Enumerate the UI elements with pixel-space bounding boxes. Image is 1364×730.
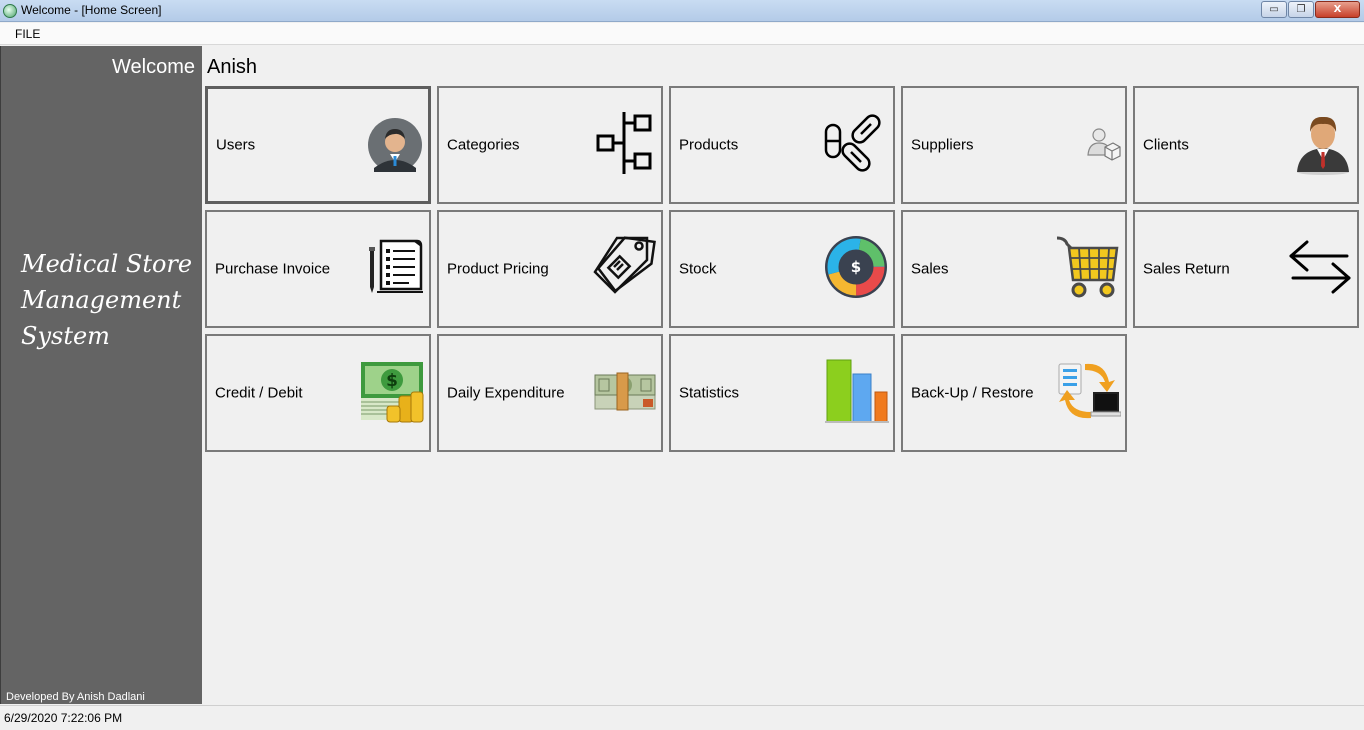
tile-label: Purchase Invoice — [215, 260, 331, 278]
bar-chart-icon — [825, 358, 889, 428]
capsules-icon — [823, 111, 889, 179]
tile-daily-expenditure[interactable]: Daily Expenditure — [437, 334, 663, 452]
status-bar: 6/29/2020 7:22:06 PM — [0, 705, 1364, 730]
tile-label: Statistics — [679, 384, 740, 402]
tile-purchase-invoice[interactable]: Purchase Invoice — [205, 210, 431, 328]
window-title: Welcome - [Home Screen] — [21, 3, 162, 17]
price-tag-icon — [591, 234, 657, 304]
svg-text:$: $ — [386, 371, 398, 391]
invoice-icon — [367, 237, 425, 301]
tile-label: Credit / Debit — [215, 384, 303, 402]
restore-button[interactable]: ❐ — [1288, 1, 1314, 18]
menu-file[interactable]: FILE — [15, 27, 40, 41]
backup-sync-icon — [1055, 358, 1122, 428]
tile-label: Product Pricing — [447, 260, 549, 278]
tile-label: Suppliers — [911, 136, 974, 154]
tile-product-pricing[interactable]: Product Pricing — [437, 210, 663, 328]
tile-label: Stock — [679, 260, 717, 278]
shopping-cart-icon — [1055, 234, 1121, 304]
hierarchy-icon — [595, 110, 657, 180]
tile-sales[interactable]: Sales — [901, 210, 1127, 328]
supplier-icon — [1085, 125, 1121, 165]
user-name: Anish — [207, 56, 258, 78]
app-name: Medical Store Management System — [21, 250, 193, 350]
tile-backup-restore[interactable]: Back-Up / Restore — [901, 334, 1127, 452]
tile-label: Sales Return — [1143, 260, 1230, 278]
cash-stack-icon — [593, 371, 657, 415]
menu-bar: FILE — [0, 23, 1364, 45]
tile-label: Sales — [911, 260, 949, 278]
tile-products[interactable]: Products — [669, 86, 895, 204]
money-coins-icon: $ — [359, 358, 425, 428]
app-icon — [3, 4, 17, 18]
svg-text:$: $ — [851, 258, 861, 276]
sidebar: Welcome Medical Store Management System … — [0, 46, 202, 704]
stock-dollar-icon: $ — [823, 234, 889, 304]
user-avatar-icon — [366, 112, 424, 178]
tile-label: Products — [679, 136, 739, 154]
tile-label: Daily Expenditure — [447, 384, 565, 402]
tile-sales-return[interactable]: Sales Return — [1133, 210, 1359, 328]
tile-statistics[interactable]: Statistics — [669, 334, 895, 452]
tile-users[interactable]: Users — [205, 86, 431, 204]
minimize-button[interactable]: ▭ — [1261, 1, 1287, 18]
tile-suppliers[interactable]: Suppliers — [901, 86, 1127, 204]
tile-categories[interactable]: Categories — [437, 86, 663, 204]
tile-label: Clients — [1143, 136, 1189, 154]
title-bar: Welcome - [Home Screen] ▭ ❐ X — [0, 0, 1364, 22]
tile-clients[interactable]: Clients — [1133, 86, 1359, 204]
status-datetime: 6/29/2020 7:22:06 PM — [4, 711, 123, 725]
tile-stock[interactable]: Stock $ — [669, 210, 895, 328]
welcome-label: Welcome — [112, 56, 195, 78]
exchange-arrows-icon — [1287, 236, 1353, 302]
close-button[interactable]: X — [1315, 1, 1360, 18]
tile-credit-debit[interactable]: Credit / Debit $ — [205, 334, 431, 452]
client-icon — [1293, 110, 1353, 180]
developer-credit: Developed By Anish Dadlani — [6, 691, 145, 703]
tile-label: Back-Up / Restore — [911, 384, 1034, 402]
tile-label: Categories — [447, 136, 520, 154]
tile-label: Users — [216, 136, 256, 154]
